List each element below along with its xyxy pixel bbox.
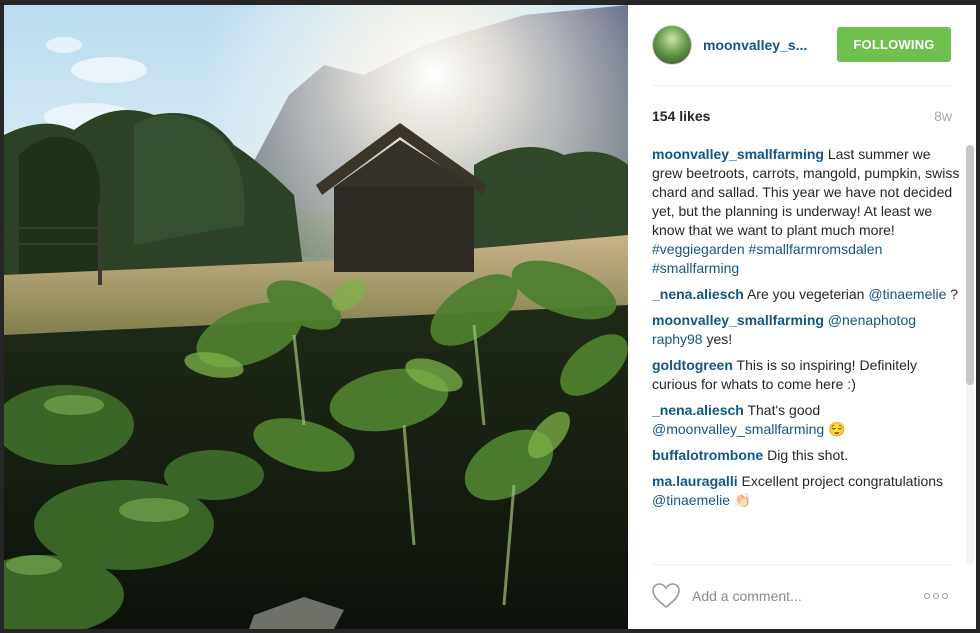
comment-text: That's good xyxy=(743,402,821,418)
following-button[interactable]: FOLLOWING xyxy=(837,27,951,62)
comment: moonvalley_smallfarming @nenaphotog raph… xyxy=(652,311,964,349)
scrollbar-thumb[interactable] xyxy=(966,145,974,385)
mention-link[interactable]: @moonvalley_smallfarming xyxy=(652,421,824,437)
mention-link[interactable]: @tinaemelie xyxy=(868,286,946,302)
comment: _nena.aliesch Are you vegeterian @tinaem… xyxy=(652,285,964,304)
heart-icon[interactable] xyxy=(652,583,680,609)
caption: moonvalley_smallfarming Last summer we g… xyxy=(652,145,964,278)
comments-scrollbar[interactable] xyxy=(966,145,974,565)
hashtag-link[interactable]: #veggiegarden xyxy=(652,241,745,257)
comment: buffalotrombone Dig this shot. xyxy=(652,446,964,465)
comment: ma.lauragalli Excellent project congratu… xyxy=(652,472,964,510)
post-modal: moonvalley_s... FOLLOWING 154 likes 8w m… xyxy=(4,5,976,629)
more-options-icon[interactable] xyxy=(924,589,952,603)
comment-text: Are you vegeterian xyxy=(743,286,869,302)
comment-input[interactable] xyxy=(692,585,912,607)
likes-count[interactable]: 154 likes xyxy=(652,108,710,124)
comment: _nena.aliesch That's good @moonvalley_sm… xyxy=(652,401,964,439)
divider xyxy=(652,85,952,86)
comment-author-link[interactable]: buffalotrombone xyxy=(652,447,763,463)
hashtag-link[interactable]: #smallfarmromsdalen xyxy=(749,241,883,257)
comments-list: moonvalley_smallfarming Last summer we g… xyxy=(652,145,964,563)
comment: goldtogreen This is so inspiring! Defini… xyxy=(652,356,964,394)
comment-bar xyxy=(628,565,976,629)
post-photo[interactable] xyxy=(4,5,628,629)
post-details-panel: moonvalley_s... FOLLOWING 154 likes 8w m… xyxy=(628,5,976,629)
comment-text: Excellent project congratulations xyxy=(737,473,944,489)
comment-author-link[interactable]: goldtogreen xyxy=(652,357,733,373)
comment-text: 😌 xyxy=(824,421,846,437)
comment-text: yes! xyxy=(702,331,733,347)
username-link[interactable]: moonvalley_s... xyxy=(703,37,807,53)
comment-text: ? xyxy=(946,286,959,302)
dot xyxy=(933,593,939,599)
post-age[interactable]: 8w xyxy=(934,108,952,124)
comment-author-link[interactable]: _nena.aliesch xyxy=(652,402,744,418)
caption-author-link[interactable]: moonvalley_smallfarming xyxy=(652,146,824,162)
avatar[interactable] xyxy=(652,25,692,65)
mention-link[interactable]: @tinaemelie xyxy=(652,492,730,508)
photo-illustration xyxy=(4,5,628,629)
comment-text: 👏🏻 xyxy=(730,492,752,508)
post-header: moonvalley_s... FOLLOWING xyxy=(628,5,976,85)
hashtag-link[interactable]: #smallfarming xyxy=(652,260,739,276)
comment-text: Dig this shot. xyxy=(763,447,849,463)
dot xyxy=(924,593,930,599)
dot xyxy=(942,593,948,599)
comment-author-link[interactable]: moonvalley_smallfarming xyxy=(652,312,824,328)
comment-author-link[interactable]: _nena.aliesch xyxy=(652,286,744,302)
comment-author-link[interactable]: ma.lauragalli xyxy=(652,473,738,489)
